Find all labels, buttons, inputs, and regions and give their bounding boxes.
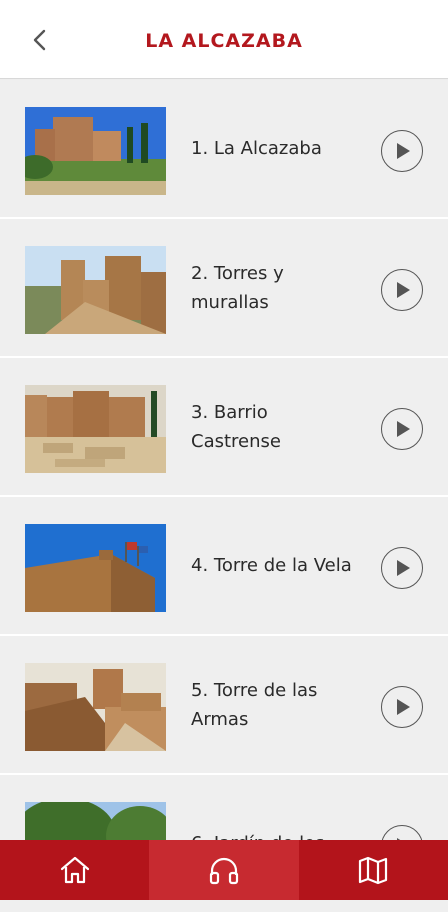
home-icon	[60, 856, 89, 884]
play-button[interactable]	[381, 269, 423, 311]
track-title: 2. Torres y murallas	[191, 262, 284, 313]
header: LA ALCAZABA	[0, 0, 448, 79]
play-button[interactable]	[381, 686, 423, 728]
track-thumbnail	[25, 385, 166, 473]
track-title: 3. Barrio Castrense	[191, 401, 281, 452]
track-title: 1. La Alcazaba	[191, 138, 322, 159]
play-button[interactable]	[381, 547, 423, 589]
list-item[interactable]: 1. La Alcazaba	[0, 80, 448, 219]
track-thumbnail	[25, 107, 166, 195]
play-icon	[397, 143, 410, 159]
play-icon	[397, 282, 410, 298]
audio-track-list: 1. La Alcazaba 2. Torres y murallas 3. B…	[0, 80, 448, 914]
list-item[interactable]: 4. Torre de la Vela	[0, 497, 448, 636]
track-thumbnail	[25, 246, 166, 334]
play-button[interactable]	[381, 408, 423, 450]
play-icon	[397, 699, 410, 715]
play-icon	[397, 560, 410, 576]
track-title: 5. Torre de las Armas	[191, 679, 318, 730]
play-button[interactable]	[381, 130, 423, 172]
nav-map[interactable]	[299, 840, 448, 900]
headphones-icon	[209, 857, 239, 885]
bottom-navigation	[0, 840, 448, 900]
page-title: LA ALCAZABA	[145, 30, 303, 52]
map-icon	[359, 856, 388, 885]
nav-audioguide[interactable]	[149, 840, 299, 900]
track-thumbnail	[25, 663, 166, 751]
play-icon	[397, 421, 410, 437]
track-thumbnail	[25, 524, 166, 612]
track-title: 4. Torre de la Vela	[191, 555, 352, 576]
nav-home[interactable]	[0, 840, 149, 900]
list-item[interactable]: 5. Torre de las Armas	[0, 636, 448, 775]
list-item[interactable]: 2. Torres y murallas	[0, 219, 448, 358]
list-item[interactable]: 3. Barrio Castrense	[0, 358, 448, 497]
